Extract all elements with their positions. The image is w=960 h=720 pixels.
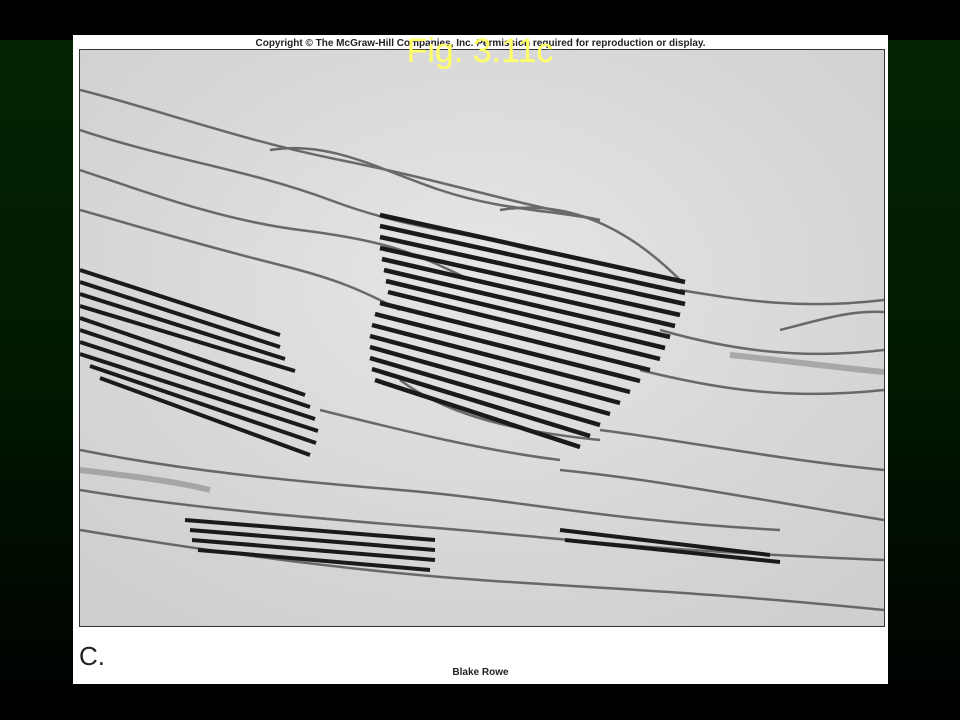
slide: Copyright © The McGraw-Hill Companies, I…	[0, 0, 960, 720]
micrograph-drawing	[80, 50, 884, 626]
electron-micrograph	[79, 49, 885, 627]
photo-credit: Blake Rowe	[452, 667, 509, 678]
figure-title: Fig. 3.11c	[406, 32, 554, 70]
figure-panel: Copyright © The McGraw-Hill Companies, I…	[73, 35, 888, 684]
